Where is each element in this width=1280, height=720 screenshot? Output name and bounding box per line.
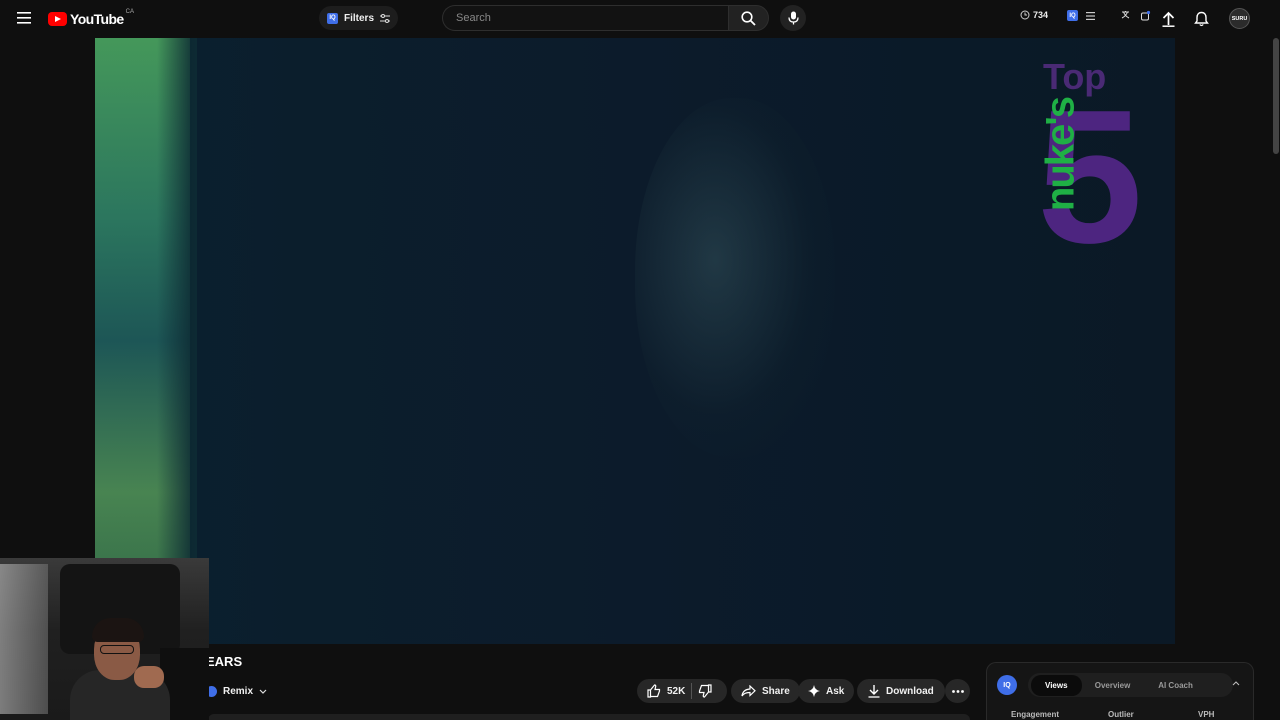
iq-icon: IQ <box>327 12 338 24</box>
page-scrollbar[interactable] <box>1273 38 1279 154</box>
share-icon <box>741 685 756 697</box>
stat-vph-label: VPH <box>1198 710 1215 719</box>
thumbs-down-icon[interactable] <box>698 684 712 698</box>
search-input[interactable] <box>454 11 728 25</box>
timer-value: 734 <box>1033 10 1049 20</box>
logo-text: YouTube <box>70 11 124 27</box>
download-icon <box>868 685 880 698</box>
analytics-panel: IQ Views Overview AI Coach Engagement Ou… <box>986 662 1254 720</box>
filters-label: Filters <box>344 12 375 24</box>
like-divider <box>691 683 693 699</box>
share-label: Share <box>762 685 790 697</box>
stat-engagement-label: Engagement <box>1011 710 1060 719</box>
account-avatar[interactable]: SURU <box>1229 8 1250 29</box>
window-shadow <box>157 38 197 644</box>
description-box[interactable] <box>208 714 970 720</box>
download-label: Download <box>886 685 934 697</box>
webcam-person-glasses <box>100 645 134 654</box>
webcam-light-source <box>0 564 48 714</box>
search-icon <box>741 10 756 26</box>
clock-icon <box>1020 10 1030 20</box>
microphone-icon <box>787 11 799 25</box>
thumbs-up-icon[interactable] <box>647 684 661 698</box>
tab-views[interactable]: Views <box>1031 674 1082 696</box>
video-player[interactable]: 5 Top nuke's <box>95 38 1175 644</box>
video-title: EARS <box>206 654 243 669</box>
youtube-play-icon <box>48 12 67 26</box>
search-field[interactable] <box>442 5 728 31</box>
panel-tabs: Views Overview AI Coach <box>1028 673 1233 697</box>
sliders-icon <box>380 13 391 23</box>
menu-button[interactable] <box>10 4 38 32</box>
ask-button[interactable]: Ask <box>798 679 855 703</box>
more-horizontal-icon <box>951 689 964 693</box>
create-button[interactable] <box>1157 8 1179 30</box>
panel-stats-header: Engagement Outlier VPH <box>1011 710 1251 719</box>
webcam-overlay <box>0 558 209 720</box>
chevron-up-icon[interactable] <box>1232 681 1240 686</box>
hamburger-icon <box>17 12 31 24</box>
stat-outlier-label: Outlier <box>1108 710 1134 719</box>
figure-silhouette <box>635 98 835 458</box>
list-icon[interactable] <box>1086 11 1095 20</box>
iq-logo-icon: IQ <box>997 675 1017 695</box>
remix-button[interactable]: Remix <box>198 679 277 703</box>
search-button[interactable] <box>728 5 769 31</box>
bell-icon <box>1193 11 1209 27</box>
sparkle-icon <box>808 685 820 697</box>
filters-button[interactable]: IQ Filters <box>319 6 399 30</box>
like-count[interactable]: 52K <box>667 686 685 697</box>
share-button[interactable]: Share <box>731 679 800 703</box>
notifications-button[interactable] <box>1190 8 1212 30</box>
webcam-person-hair <box>92 618 144 642</box>
like-dislike-group: 52K <box>637 679 727 703</box>
iq-extension-icon[interactable]: IQ <box>1067 10 1078 21</box>
extension-puzzle-icon[interactable] <box>1140 10 1151 21</box>
chevron-down-icon <box>259 689 267 694</box>
country-code: CA <box>125 9 134 15</box>
watch-timer[interactable]: 734 <box>1020 10 1048 20</box>
stream-overlay-logo: 5 Top nuke's <box>967 52 1167 282</box>
download-button[interactable]: Download <box>857 679 945 703</box>
voice-search-button[interactable] <box>780 5 806 31</box>
extension-tools: IQ <box>1067 10 1151 21</box>
tab-ai-coach[interactable]: AI Coach <box>1144 681 1208 690</box>
more-actions-button[interactable] <box>945 679 970 703</box>
upload-icon <box>1162 11 1174 27</box>
youtube-logo[interactable]: YouTube CA <box>48 8 134 30</box>
ask-label: Ask <box>826 685 845 697</box>
translate-icon[interactable] <box>1121 10 1132 21</box>
tab-overview[interactable]: Overview <box>1082 681 1144 690</box>
remix-label: Remix <box>223 685 254 697</box>
webcam-person-hand <box>134 666 164 688</box>
overlay-brand-word: nuke's <box>1038 97 1083 212</box>
